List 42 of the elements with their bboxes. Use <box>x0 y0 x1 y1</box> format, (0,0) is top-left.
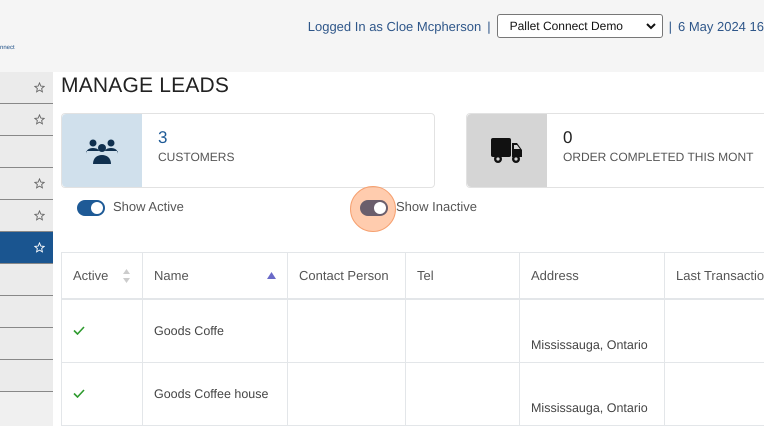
sidebar-item[interactable] <box>0 104 53 136</box>
logged-in-user: Logged In as Cloe Mcpherson <box>308 18 482 34</box>
date-text: 6 May 2024 16 <box>678 18 764 34</box>
table-cell: Mississauga, Ontario <box>531 401 648 415</box>
chevron-down-icon <box>646 22 656 30</box>
sort-icon[interactable] <box>122 268 131 284</box>
sidebar-item[interactable] <box>0 296 53 328</box>
star-icon[interactable] <box>34 210 45 221</box>
company-select[interactable]: Pallet Connect Demo <box>496 14 663 38</box>
toggle-label: Show Active <box>113 199 184 214</box>
column-header[interactable]: Tel <box>406 252 520 299</box>
table-cell: Mississauga, Ontario <box>531 338 648 352</box>
toggle-switch[interactable] <box>360 200 388 216</box>
sidebar-item[interactable] <box>0 168 53 200</box>
stat-label: ORDER COMPLETED THIS MONT <box>563 150 754 164</box>
star-icon[interactable] <box>34 178 45 189</box>
toggle-label: Show Inactive <box>396 199 477 214</box>
column-header[interactable]: Contact Person <box>288 252 406 299</box>
toggle-switch[interactable] <box>77 200 105 216</box>
sidebar-item[interactable] <box>0 328 53 360</box>
truck-icon <box>491 138 523 164</box>
separator: | <box>668 18 672 34</box>
star-icon[interactable] <box>34 114 45 125</box>
stat-label: CUSTOMERS <box>158 150 234 164</box>
stat-value: 3 <box>158 128 168 148</box>
separator: | <box>487 18 491 34</box>
column-header[interactable]: Name <box>142 252 288 299</box>
sidebar-item[interactable] <box>0 136 53 168</box>
stat-value: 0 <box>563 128 574 148</box>
column-header[interactable]: Active <box>62 252 142 299</box>
column-header[interactable]: Last Transactio <box>664 252 764 299</box>
sort-ascending-icon[interactable] <box>267 272 276 279</box>
star-icon[interactable] <box>34 82 45 93</box>
column-header[interactable]: Address <box>520 252 664 299</box>
users-icon <box>86 138 118 164</box>
sidebar-item[interactable] <box>0 264 53 296</box>
sidebar-item[interactable] <box>0 200 53 232</box>
table-cell: Goods Coffee house <box>154 387 268 401</box>
sidebar-item[interactable] <box>0 360 53 392</box>
sidebar-item[interactable] <box>0 72 53 104</box>
page-title: MANAGE LEADS <box>61 74 230 98</box>
table-cell: Goods Coffe <box>154 324 224 338</box>
